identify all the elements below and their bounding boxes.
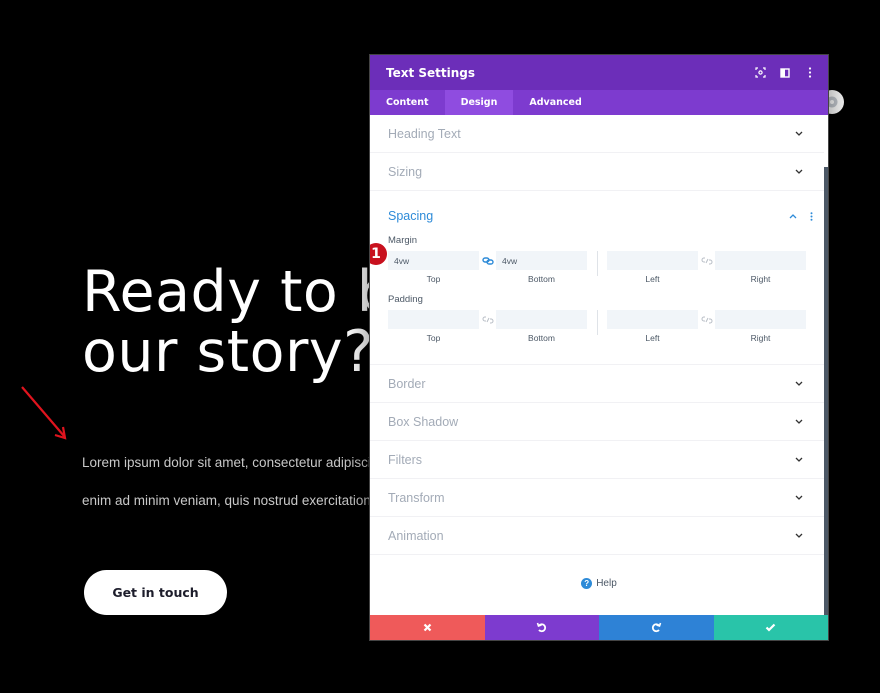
kebab-menu-icon[interactable] — [804, 209, 818, 223]
chevron-up-icon — [786, 209, 800, 223]
focus-icon[interactable] — [748, 61, 772, 85]
chevron-down-icon — [792, 165, 806, 179]
spacing-header[interactable]: Spacing — [388, 205, 812, 227]
section-transform[interactable]: Transform — [370, 479, 824, 517]
margin-right-label: Right — [750, 274, 771, 284]
divider — [597, 251, 598, 276]
section-filters[interactable]: Filters — [370, 441, 824, 479]
section-sizing[interactable]: Sizing — [370, 153, 824, 191]
chevron-down-icon — [792, 377, 806, 391]
tab-advanced[interactable]: Advanced — [513, 90, 597, 115]
unlink-icon[interactable] — [479, 310, 496, 329]
undo-button[interactable] — [484, 615, 599, 640]
padding-right-input[interactable] — [715, 310, 806, 329]
modal-title: Text Settings — [386, 65, 476, 80]
padding-top-label: Top — [426, 333, 441, 343]
padding-label: Padding — [388, 294, 423, 305]
section-label: Animation — [388, 528, 444, 543]
section-label: Heading Text — [388, 126, 461, 141]
modal-body: Heading Text Sizing Spacing Margin 4vw T… — [370, 115, 828, 617]
kebab-menu-icon[interactable] — [798, 61, 822, 85]
redo-icon — [651, 622, 662, 633]
section-animation[interactable]: Animation — [370, 517, 824, 555]
section-label: Sizing — [388, 164, 423, 179]
help-link[interactable]: ? Help — [370, 578, 828, 589]
margin-left-label: Left — [645, 274, 660, 284]
save-button[interactable] — [713, 615, 828, 640]
chevron-down-icon — [792, 127, 806, 141]
text-settings-modal: Text Settings Content Design Advanced He — [369, 54, 829, 641]
tab-content[interactable]: Content — [370, 90, 445, 115]
modal-header: Text Settings — [370, 55, 828, 90]
help-label: Help — [596, 578, 617, 589]
spacing-label: Spacing — [388, 209, 434, 223]
cancel-button[interactable] — [370, 615, 485, 640]
get-in-touch-button[interactable]: Get in touch — [84, 570, 227, 615]
padding-left-input[interactable] — [607, 310, 698, 329]
padding-controls: Top Bottom Left Right — [388, 310, 806, 343]
padding-right-label: Right — [750, 333, 771, 343]
scrollbar[interactable] — [824, 167, 828, 617]
split-view-icon[interactable] — [773, 61, 797, 85]
margin-bottom-label: Bottom — [528, 274, 555, 284]
chevron-down-icon — [792, 491, 806, 505]
section-label: Border — [388, 376, 426, 391]
margin-controls: Top Bottom Left — [388, 251, 806, 284]
divider — [597, 310, 598, 335]
chevron-down-icon — [792, 529, 806, 543]
margin-top-label: Top — [426, 274, 441, 284]
margin-top-input[interactable] — [388, 251, 479, 270]
chevron-down-icon — [792, 415, 806, 429]
margin-label: Margin — [388, 235, 418, 246]
margin-left-input[interactable] — [607, 251, 698, 270]
close-icon — [423, 623, 432, 632]
padding-bottom-input[interactable] — [496, 310, 587, 329]
margin-bottom-input[interactable] — [496, 251, 587, 270]
annotation-badge: 1 — [370, 243, 387, 265]
section-label: Transform — [388, 490, 445, 505]
modal-footer — [370, 615, 828, 640]
section-label: Box Shadow — [388, 414, 459, 429]
help-icon: ? — [581, 578, 593, 589]
section-box-shadow[interactable]: Box Shadow — [370, 403, 824, 441]
undo-icon — [536, 622, 547, 633]
margin-right-input[interactable] — [715, 251, 806, 270]
section-label: Filters — [388, 452, 423, 467]
padding-bottom-label: Bottom — [528, 333, 555, 343]
unlink-icon[interactable] — [698, 251, 715, 270]
link-icon[interactable] — [479, 251, 496, 270]
chevron-down-icon — [792, 453, 806, 467]
check-icon — [765, 623, 776, 632]
padding-left-label: Left — [645, 333, 660, 343]
tab-design[interactable]: Design — [444, 90, 514, 115]
unlink-icon[interactable] — [698, 310, 715, 329]
modal-tabs: Content Design Advanced — [370, 90, 828, 115]
section-spacing: Spacing Margin Top — [370, 191, 824, 365]
redo-button[interactable] — [599, 615, 714, 640]
annotation-arrow-icon — [21, 386, 67, 440]
padding-top-input[interactable] — [388, 310, 479, 329]
section-heading-text[interactable]: Heading Text — [370, 115, 824, 153]
section-border[interactable]: Border — [370, 365, 824, 403]
